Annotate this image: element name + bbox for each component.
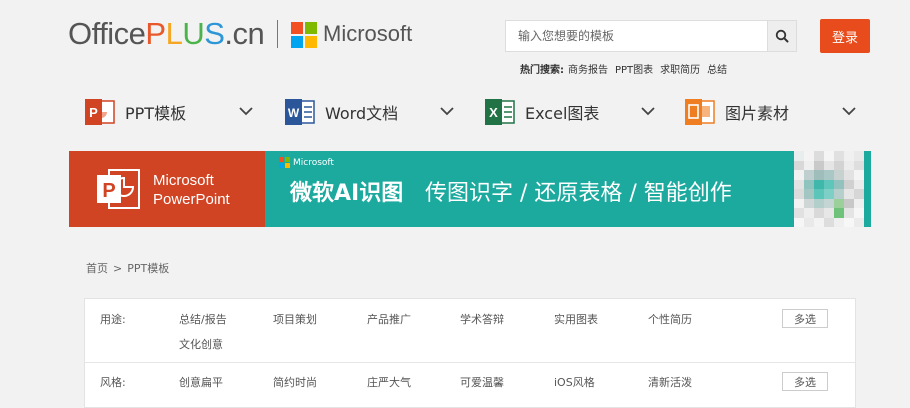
nav-item-label: Word文档 bbox=[325, 104, 399, 123]
hot-search-link[interactable]: 商务报告 bbox=[568, 65, 608, 76]
filter-option[interactable]: 学术答辩 bbox=[460, 311, 504, 327]
filter-option[interactable]: 文化创意 bbox=[179, 336, 223, 352]
svg-text:P: P bbox=[89, 105, 98, 120]
search-button[interactable] bbox=[767, 21, 796, 51]
logo-divider bbox=[277, 20, 278, 48]
nav-item-excel[interactable]: X Excel图表 bbox=[485, 94, 599, 130]
svg-text:X: X bbox=[489, 105, 498, 120]
hot-search-link[interactable]: PPT图表 bbox=[615, 65, 653, 76]
banner-product-name: PowerPoint bbox=[153, 191, 230, 208]
banner-title: 微软AI识图 bbox=[290, 181, 404, 206]
nav-item-label: Excel图表 bbox=[525, 104, 600, 123]
banner-microsoft-text: Microsoft bbox=[293, 157, 334, 168]
nav-item-ppt[interactable]: P PPT模板 bbox=[85, 94, 186, 130]
image-material-icon bbox=[685, 97, 715, 127]
hot-search-link[interactable]: 总结 bbox=[707, 65, 727, 76]
search-box bbox=[505, 20, 797, 52]
logo-letter-p: P bbox=[145, 16, 166, 51]
breadcrumb: 首页 > PPT模板 bbox=[86, 260, 169, 276]
chevron-down-icon[interactable] bbox=[439, 103, 455, 119]
filter-option[interactable]: 庄严大气 bbox=[367, 374, 411, 390]
breadcrumb-home[interactable]: 首页 bbox=[86, 262, 108, 275]
logo-letter-s: S bbox=[204, 16, 225, 51]
search-icon bbox=[775, 29, 789, 43]
multi-select-button[interactable]: 多选 bbox=[782, 309, 828, 328]
powerpoint-icon: P bbox=[85, 97, 115, 127]
chevron-down-icon[interactable] bbox=[841, 103, 857, 119]
logo-letter-u: U bbox=[182, 16, 205, 51]
powerpoint-panel: P Microsoft PowerPoint bbox=[69, 151, 265, 227]
chevron-down-icon[interactable] bbox=[238, 103, 254, 119]
filter-label-usage: 用途: bbox=[100, 313, 126, 326]
banner-product-brand: Microsoft bbox=[153, 172, 214, 189]
nav-item-images[interactable]: 图片素材 bbox=[685, 94, 789, 130]
hot-search-link[interactable]: 求职简历 bbox=[660, 65, 700, 76]
search-input[interactable] bbox=[506, 21, 768, 51]
filter-option[interactable]: 可爱温馨 bbox=[460, 374, 504, 390]
promo-banner[interactable]: P Microsoft PowerPoint Microsoft 微软AI识图 … bbox=[69, 151, 871, 227]
filter-option[interactable]: 项目策划 bbox=[273, 311, 317, 327]
logo-text-cn: .cn bbox=[224, 16, 265, 51]
multi-select-button[interactable]: 多选 bbox=[782, 372, 828, 391]
filter-option[interactable]: 个性简历 bbox=[648, 311, 692, 327]
nav-item-label: PPT模板 bbox=[125, 104, 187, 123]
powerpoint-logo-icon: P bbox=[97, 169, 140, 209]
filter-option[interactable]: 清新活泼 bbox=[648, 374, 692, 390]
svg-text:P: P bbox=[102, 180, 115, 202]
filter-panel: 用途: 总结/报告 项目策划 产品推广 学术答辩 实用图表 个性简历 文化创意 … bbox=[84, 298, 856, 408]
banner-subtitle: 传图识字 / 还原表格 / 智能创作 bbox=[425, 181, 732, 206]
microsoft-small-logo-icon bbox=[279, 157, 290, 168]
logo-text-office: Office bbox=[68, 16, 146, 51]
filter-option[interactable]: 产品推广 bbox=[367, 311, 411, 327]
filter-option[interactable]: 创意扁平 bbox=[179, 374, 223, 390]
microsoft-wordmark: Microsoft bbox=[323, 21, 413, 46]
hot-searches: 热门搜索: 商务报告 PPT图表 求职简历 总结 bbox=[520, 61, 734, 76]
breadcrumb-current: PPT模板 bbox=[127, 262, 170, 275]
filter-label-style: 风格: bbox=[100, 376, 126, 389]
filter-row-divider bbox=[85, 362, 855, 363]
nav-item-label: 图片素材 bbox=[725, 104, 790, 123]
svg-text:W: W bbox=[288, 106, 300, 120]
breadcrumb-separator: > bbox=[113, 262, 123, 275]
excel-icon: X bbox=[485, 97, 515, 127]
filter-option[interactable]: 简约时尚 bbox=[273, 374, 317, 390]
chevron-down-icon[interactable] bbox=[640, 103, 656, 119]
word-icon: W bbox=[285, 97, 315, 127]
login-button[interactable]: 登录 bbox=[820, 19, 870, 53]
pixelated-image-icon bbox=[794, 151, 864, 227]
banner-microsoft-tag: Microsoft bbox=[279, 157, 334, 168]
nav-item-word[interactable]: W Word文档 bbox=[285, 94, 398, 130]
filter-option[interactable]: 实用图表 bbox=[554, 311, 598, 327]
logo-letter-l: L bbox=[165, 16, 183, 51]
filter-option[interactable]: 总结/报告 bbox=[179, 311, 227, 327]
hot-searches-label: 热门搜索: bbox=[520, 65, 564, 76]
microsoft-logo-icon bbox=[291, 22, 317, 48]
filter-option[interactable]: iOS风格 bbox=[554, 374, 595, 390]
officeplus-logo[interactable]: OfficePLUS.cn bbox=[68, 14, 265, 54]
